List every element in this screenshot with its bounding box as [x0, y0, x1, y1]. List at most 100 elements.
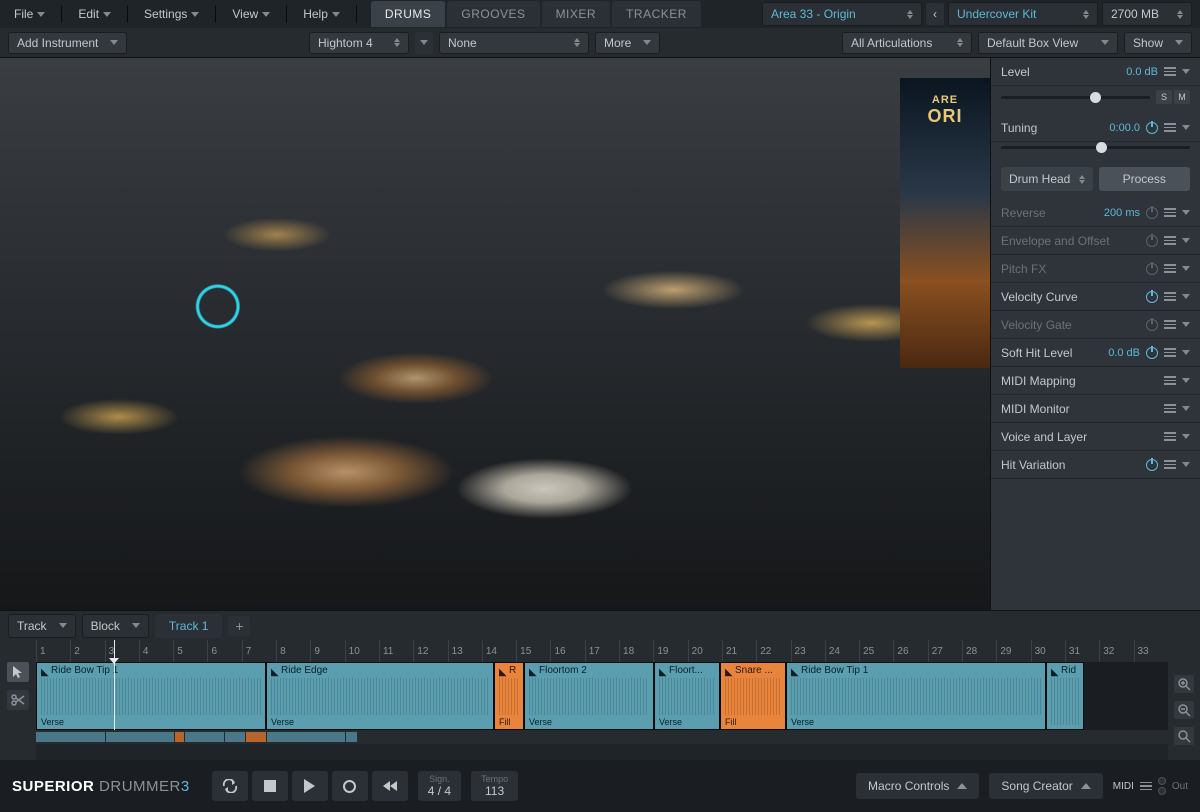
tempo-display[interactable]: Tempo113	[471, 771, 518, 801]
ruler-tick[interactable]: 24	[825, 640, 859, 662]
ruler-tick[interactable]: 10	[345, 640, 379, 662]
view-dropdown[interactable]: Default Box View	[978, 32, 1118, 54]
clip[interactable]: ◣Rid	[1046, 662, 1084, 730]
clip[interactable]: ◣Ride Bow Tip 1Verse	[36, 662, 266, 730]
ruler-tick[interactable]: 18	[619, 640, 653, 662]
soft-hit-value[interactable]: 0.0 dB	[1108, 347, 1140, 359]
clip[interactable]: ◣Floort...Verse	[654, 662, 720, 730]
menu-icon[interactable]	[1164, 264, 1176, 273]
playhead[interactable]	[114, 640, 115, 730]
minimap-segment[interactable]	[36, 732, 105, 742]
ruler-tick[interactable]: 32	[1099, 640, 1133, 662]
power-icon[interactable]	[1146, 319, 1158, 331]
add-instrument-button[interactable]: Add Instrument	[8, 32, 127, 54]
menu-icon[interactable]	[1164, 348, 1176, 357]
menu-icon[interactable]	[1164, 460, 1176, 469]
zoom-out-button[interactable]	[1174, 701, 1194, 719]
pointer-tool[interactable]	[7, 662, 29, 682]
clip[interactable]: ◣Ride EdgeVerse	[266, 662, 494, 730]
ruler-tick[interactable]: 6	[207, 640, 241, 662]
solo-button[interactable]: S	[1156, 90, 1172, 104]
clip[interactable]: ◣Snare ...Fill	[720, 662, 786, 730]
ruler-tick[interactable]: 20	[688, 640, 722, 662]
menu-icon[interactable]	[1164, 320, 1176, 329]
song-creator-button[interactable]: Song Creator	[989, 773, 1102, 799]
library-dropdown[interactable]: Area 33 - Origin	[762, 2, 922, 26]
ruler-tick[interactable]: 29	[996, 640, 1030, 662]
power-icon[interactable]	[1146, 235, 1158, 247]
slider-thumb[interactable]	[1096, 142, 1107, 153]
track-tab[interactable]: Track 1	[155, 614, 223, 638]
ruler-tick[interactable]: 25	[859, 640, 893, 662]
menu-icon[interactable]	[1164, 292, 1176, 301]
menu-icon[interactable]	[1164, 208, 1176, 217]
chevron-down-icon[interactable]	[1182, 210, 1190, 215]
ruler-tick[interactable]: 19	[653, 640, 687, 662]
piece-dropdown[interactable]: Hightom 4	[309, 32, 409, 54]
menu-icon[interactable]	[1164, 236, 1176, 245]
clip-lane[interactable]: ◣Ride Bow Tip 1Verse◣Ride EdgeVerse◣RFil…	[36, 662, 1168, 730]
ruler-tick[interactable]: 11	[379, 640, 413, 662]
piece-nav-button[interactable]	[415, 32, 433, 54]
ruler-tick[interactable]: 15	[516, 640, 550, 662]
chevron-down-icon[interactable]	[1182, 322, 1190, 327]
tuning-value[interactable]: 0:00.0	[1109, 122, 1140, 134]
zoom-in-button[interactable]	[1174, 675, 1194, 693]
power-icon[interactable]	[1146, 459, 1158, 471]
minimap-segment[interactable]	[346, 732, 357, 742]
loop-button[interactable]	[212, 771, 248, 801]
clip[interactable]: ◣Floortom 2Verse	[524, 662, 654, 730]
zoom-fit-button[interactable]	[1174, 727, 1194, 745]
library-prev-button[interactable]: ‹	[926, 3, 944, 25]
slider-thumb[interactable]	[1090, 92, 1101, 103]
chevron-down-icon[interactable]	[1182, 434, 1190, 439]
ruler-tick[interactable]: 8	[276, 640, 310, 662]
ruler-tick[interactable]: 22	[756, 640, 790, 662]
tab-tracker[interactable]: TRACKER	[612, 1, 701, 27]
minimap-segment[interactable]	[267, 732, 345, 742]
ruler-tick[interactable]: 1	[36, 640, 70, 662]
chevron-down-icon[interactable]	[1182, 238, 1190, 243]
ruler-tick[interactable]: 31	[1065, 640, 1099, 662]
ruler-tick[interactable]: 28	[962, 640, 996, 662]
more-dropdown[interactable]: More	[595, 32, 660, 54]
level-value[interactable]: 0.0 dB	[1126, 66, 1158, 78]
ruler-tick[interactable]: 13	[448, 640, 482, 662]
minimap[interactable]	[36, 730, 1168, 744]
menu-icon[interactable]	[1164, 404, 1176, 413]
drumhead-dropdown[interactable]: Drum Head	[1001, 167, 1093, 191]
record-button[interactable]	[332, 771, 368, 801]
ruler-tick[interactable]: 33	[1134, 640, 1168, 662]
ruler-tick[interactable]: 12	[413, 640, 447, 662]
tab-grooves[interactable]: GROOVES	[447, 1, 539, 27]
ruler-tick[interactable]: 16	[550, 640, 584, 662]
level-slider[interactable]	[1001, 96, 1150, 99]
menu-settings[interactable]: Settings	[138, 3, 205, 25]
ruler-tick[interactable]: 5	[173, 640, 207, 662]
menu-icon[interactable]	[1164, 376, 1176, 385]
ruler-tick[interactable]: 17	[585, 640, 619, 662]
ruler-tick[interactable]: 30	[1031, 640, 1065, 662]
timeline-ruler[interactable]: 1234567891011121314151617181920212223242…	[36, 640, 1168, 662]
process-button[interactable]: Process	[1099, 167, 1191, 191]
chevron-down-icon[interactable]	[1182, 378, 1190, 383]
menu-help[interactable]: Help	[297, 3, 346, 25]
drum-kit-viewport[interactable]: AREORI	[0, 58, 990, 610]
play-button[interactable]	[292, 771, 328, 801]
show-dropdown[interactable]: Show	[1124, 32, 1192, 54]
rewind-button[interactable]	[372, 771, 408, 801]
chevron-down-icon[interactable]	[1182, 125, 1190, 130]
chevron-down-icon[interactable]	[1182, 266, 1190, 271]
ruler-tick[interactable]: 23	[791, 640, 825, 662]
clip[interactable]: ◣Ride Bow Tip 1Verse	[786, 662, 1046, 730]
power-icon[interactable]	[1146, 263, 1158, 275]
ruler-tick[interactable]: 9	[310, 640, 344, 662]
chevron-down-icon[interactable]	[1182, 350, 1190, 355]
power-icon[interactable]	[1146, 291, 1158, 303]
chevron-down-icon[interactable]	[1182, 406, 1190, 411]
menu-view[interactable]: View	[226, 3, 276, 25]
menu-icon[interactable]	[1164, 432, 1176, 441]
ruler-tick[interactable]: 21	[722, 640, 756, 662]
tuning-slider[interactable]	[1001, 146, 1190, 149]
power-icon[interactable]	[1146, 347, 1158, 359]
